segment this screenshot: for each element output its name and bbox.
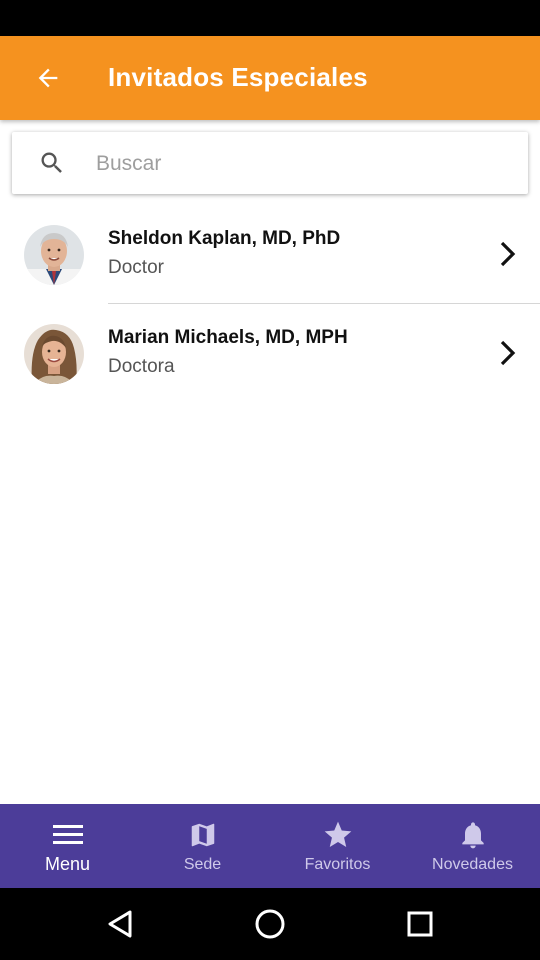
chevron-right-icon [500, 340, 516, 366]
nav-label-sede: Sede [183, 856, 222, 873]
nav-item-favoritos[interactable]: Favoritos [270, 804, 405, 888]
guest-name: Sheldon Kaplan, MD, PhD [108, 228, 341, 249]
page-title: Invitados Especiales [108, 62, 368, 92]
nav-item-novedades[interactable]: Novedades [405, 804, 540, 888]
avatar [24, 324, 84, 384]
nav-label-menu: Menu [44, 854, 91, 874]
system-nav-bar [0, 888, 540, 960]
search-input[interactable] [94, 140, 518, 188]
home-circle-icon[interactable] [252, 906, 288, 942]
menu-icon [52, 818, 84, 852]
nav-item-menu[interactable]: Menu [0, 804, 135, 888]
guest-name: Marian Michaels, MD, MPH [108, 327, 348, 348]
back-button[interactable] [24, 54, 72, 102]
back-triangle-icon[interactable] [102, 906, 138, 942]
list-item-guest-2[interactable]: Marian Michaels, MD, MPH Doctora [0, 304, 540, 403]
search-bar [12, 132, 528, 194]
app-bar: Invitados Especiales [0, 36, 540, 120]
arrow-left-icon [38, 68, 58, 88]
map-icon [188, 818, 218, 852]
chevron-right-icon [500, 241, 516, 267]
bottom-nav: Menu Sede Favoritos Novedades [0, 804, 540, 888]
bell-icon [457, 818, 489, 852]
star-icon [322, 818, 354, 852]
list-item-guest-1[interactable]: Sheldon Kaplan, MD, PhD Doctor [0, 205, 540, 304]
nav-label-favoritos: Favoritos [304, 856, 371, 873]
guest-role: Doctor [108, 257, 164, 278]
recents-square-icon[interactable] [402, 906, 438, 942]
search-icon [41, 152, 62, 173]
guest-role: Doctora [108, 356, 175, 377]
nav-item-sede[interactable]: Sede [135, 804, 270, 888]
avatar [24, 225, 84, 285]
nav-label-novedades: Novedades [432, 856, 513, 873]
status-bar [0, 0, 540, 36]
